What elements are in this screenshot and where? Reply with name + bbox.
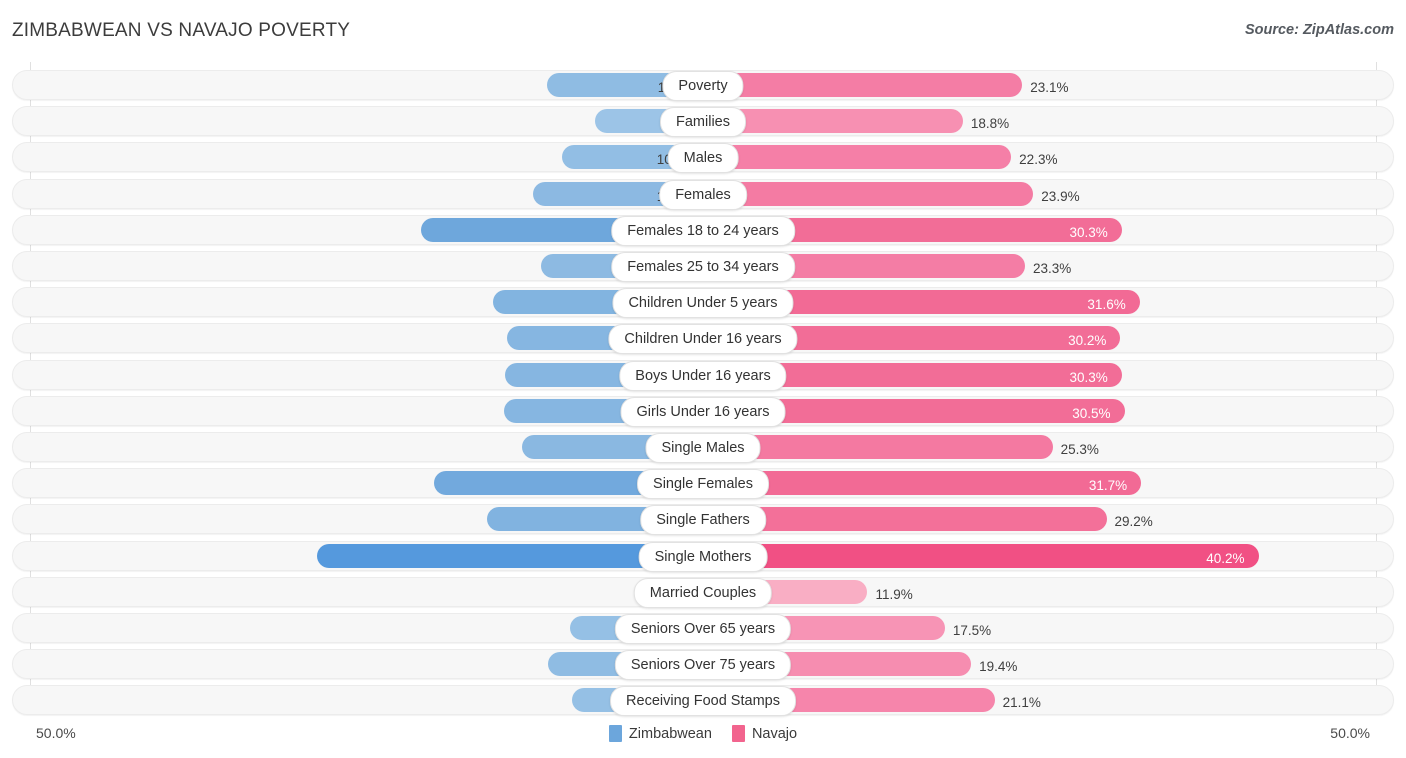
chart-row: 7.8%18.8%Families bbox=[12, 106, 1394, 138]
row-category-label: Males bbox=[667, 143, 739, 174]
chart-row: 14.4%30.5%Girls Under 16 years bbox=[12, 395, 1394, 427]
chart-row: 20.4%30.3%Females 18 to 24 years bbox=[12, 214, 1394, 246]
bar-value-navajo: 30.5% bbox=[1072, 405, 1111, 421]
chart-row: 4.1%11.9%Married Couples bbox=[12, 576, 1394, 608]
chart-row: 11.3%23.1%Poverty bbox=[12, 70, 1394, 101]
chart-row: 19.5%31.7%Single Females bbox=[12, 468, 1394, 500]
row-category-label: Poverty bbox=[662, 71, 744, 101]
row-category-label: Single Mothers bbox=[638, 541, 768, 572]
chart-row: 11.7%23.3%Females 25 to 34 years bbox=[12, 251, 1394, 282]
bar-navajo: 22.3% bbox=[703, 145, 1057, 170]
chart-row: 15.6%29.2%Single Fathers bbox=[12, 504, 1394, 536]
row-category-label: Single Females bbox=[637, 469, 769, 500]
row-category-label: Females 18 to 24 years bbox=[611, 215, 795, 246]
bar-value-navajo: 30.3% bbox=[1069, 224, 1108, 240]
legend-item[interactable]: Navajo bbox=[731, 725, 798, 742]
chart-row: 9.6%17.5%Seniors Over 65 years bbox=[12, 613, 1394, 644]
row-category-label: Married Couples bbox=[633, 577, 773, 608]
row-category-label: Children Under 16 years bbox=[608, 324, 798, 355]
chart-row: 13.1%25.3%Single Males bbox=[12, 432, 1394, 463]
chart-row: 12.3%23.9%Females bbox=[12, 178, 1394, 210]
page-title: ZIMBABWEAN VS NAVAJO POVERTY bbox=[12, 20, 351, 41]
row-category-label: Receiving Food Stamps bbox=[610, 686, 796, 717]
chart-row: 14.2%30.2%Children Under 16 years bbox=[12, 323, 1394, 355]
bar-value-navajo: 19.4% bbox=[979, 659, 1018, 675]
legend-label: Navajo bbox=[751, 725, 798, 742]
chart-row: 11.2%19.4%Seniors Over 75 years bbox=[12, 649, 1394, 681]
row-category-label: Single Fathers bbox=[640, 505, 766, 536]
chart-footer: 50.0% 50.0% Zimbabwean Navajo bbox=[0, 714, 1406, 758]
bar-navajo: 23.1% bbox=[703, 73, 1069, 97]
chart-row: 10.2%22.3%Males bbox=[12, 142, 1394, 174]
bar-value-navajo: 23.3% bbox=[1033, 261, 1072, 276]
row-category-label: Children Under 5 years bbox=[612, 288, 794, 319]
row-category-label: Girls Under 16 years bbox=[620, 396, 786, 427]
bar-value-navajo: 22.3% bbox=[1019, 152, 1058, 168]
legend-label: Zimbabwean bbox=[628, 725, 712, 742]
row-category-label: Females 25 to 34 years bbox=[611, 252, 795, 282]
bar-value-navajo: 23.1% bbox=[1030, 80, 1069, 95]
row-category-label: Females bbox=[659, 179, 747, 210]
bar-value-navajo: 23.9% bbox=[1041, 188, 1080, 204]
bar-value-navajo: 30.2% bbox=[1068, 333, 1107, 349]
row-category-label: Single Males bbox=[645, 433, 761, 463]
chart-row: 14.3%30.3%Boys Under 16 years bbox=[12, 359, 1394, 391]
row-category-label: Boys Under 16 years bbox=[619, 360, 787, 391]
bar-value-navajo: 30.3% bbox=[1069, 369, 1108, 385]
bar-navajo: 23.9% bbox=[703, 181, 1080, 206]
chart-header: ZIMBABWEAN VS NAVAJO POVERTY Source: Zip… bbox=[0, 0, 1406, 62]
chart-row: 15.2%31.6%Children Under 5 years bbox=[12, 287, 1394, 319]
chart-row: 27.9%40.2%Single Mothers bbox=[12, 540, 1394, 572]
row-category-label: Seniors Over 65 years bbox=[614, 614, 792, 644]
bar-navajo: 40.2% bbox=[703, 543, 1259, 568]
legend-swatch-icon bbox=[608, 725, 622, 742]
bar-value-navajo: 40.2% bbox=[1206, 550, 1245, 566]
bar-value-navajo: 31.7% bbox=[1088, 478, 1128, 494]
bar-value-navajo: 25.3% bbox=[1060, 442, 1099, 457]
bar-value-navajo: 11.9% bbox=[875, 586, 913, 602]
row-category-label: Seniors Over 75 years bbox=[614, 650, 792, 681]
diverging-bar-chart: 11.3%23.1%Poverty7.8%18.8%Families10.2%2… bbox=[0, 62, 1406, 717]
legend-item[interactable]: Zimbabwean bbox=[608, 725, 712, 742]
legend-swatch-icon bbox=[731, 725, 745, 742]
bar-value-navajo: 31.6% bbox=[1087, 297, 1126, 313]
bar-value-navajo: 17.5% bbox=[952, 623, 992, 638]
bar-value-navajo: 18.8% bbox=[970, 116, 1010, 132]
chart-legend: Zimbabwean Navajo bbox=[0, 725, 1406, 742]
row-category-label: Families bbox=[660, 107, 746, 138]
source-label: Source: ZipAtlas.com bbox=[1244, 22, 1394, 38]
chart-row: 9.5%21.1%Receiving Food Stamps bbox=[12, 685, 1394, 717]
bar-value-navajo: 29.2% bbox=[1114, 514, 1153, 530]
